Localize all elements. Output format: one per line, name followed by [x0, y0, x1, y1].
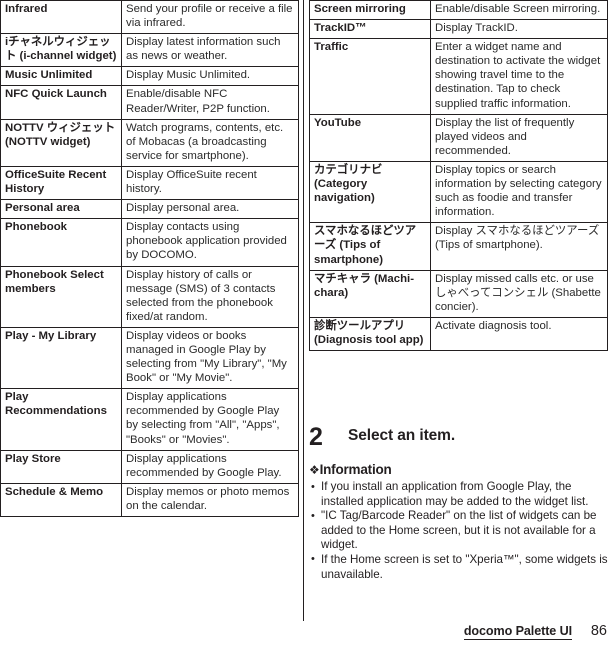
widget-description-cell: Display contacts using phonebook applica… — [121, 218, 299, 267]
information-heading-label: Information — [319, 462, 392, 477]
widget-name-cell: Screen mirroring — [309, 0, 431, 21]
widget-name-cell: Phonebook — [0, 218, 122, 267]
table-row: Screen mirroring Enable/disable Screen m… — [309, 0, 608, 21]
list-item: If the Home screen is set to "Xperia™", … — [309, 552, 609, 582]
widget-description-cell: Display applications recommended by Goog… — [121, 449, 299, 484]
table-row: Traffic Enter a widget name and destinat… — [309, 38, 608, 115]
widget-description-cell: Enter a widget name and destination to a… — [430, 38, 608, 115]
manual-page: Infrared Send your profile or receive a … — [0, 0, 609, 645]
diamond-icon: ❖ — [309, 463, 320, 477]
widget-description-cell: Display the list of frequently played vi… — [430, 113, 608, 162]
step-heading: 2 Select an item. — [309, 424, 609, 458]
widget-name-cell: iチャネルウィジェット (i-channel widget) — [0, 33, 122, 68]
table-row: iチャネルウィジェット (i-channel widget) Display l… — [0, 33, 299, 68]
list-item: If you install an application from Googl… — [309, 479, 609, 509]
information-heading: ❖Information — [309, 461, 609, 479]
widget-description-cell: Display missed calls etc. or use しゃべってコン… — [430, 269, 608, 318]
widget-table-left: Infrared Send your profile or receive a … — [0, 0, 299, 518]
widget-name-cell: Infrared — [0, 0, 122, 35]
table-row: NFC Quick Launch Enable/disable NFC Read… — [0, 85, 299, 120]
widget-name-cell: Play - My Library — [0, 326, 122, 390]
widget-description-cell: Activate diagnosis tool. — [430, 316, 608, 352]
widget-name-cell: Traffic — [309, 38, 431, 115]
table-row: マチキャラ (Machi-chara) Display missed calls… — [309, 269, 608, 318]
information-section: ❖Information If you install an applicati… — [309, 461, 609, 582]
table-row: Play Recommendations Display application… — [0, 388, 299, 451]
table-row: Music Unlimited Display Music Unlimited. — [0, 66, 299, 87]
widget-name-cell: OfficeSuite Recent History — [0, 165, 122, 201]
list-item: "IC Tag/Barcode Reader" on the list of w… — [309, 509, 609, 553]
widget-name-cell: スマホなるほどツアーズ (Tips of smartphone) — [309, 222, 431, 271]
widget-description-cell: Display latest information such as news … — [121, 33, 299, 68]
widget-description-cell: Display topics or search information by … — [430, 160, 608, 224]
table-row: Phonebook Display contacts using phonebo… — [0, 218, 299, 267]
column-divider — [303, 0, 304, 621]
table-row: Personal area Display personal area. — [0, 199, 299, 220]
widget-name-cell: YouTube — [309, 113, 431, 162]
widget-description-cell: Display applications recommended by Goog… — [121, 388, 299, 451]
widget-name-cell: NFC Quick Launch — [0, 85, 122, 120]
widget-name-cell: Music Unlimited — [0, 66, 122, 87]
table-row: YouTube Display the list of frequently p… — [309, 113, 608, 162]
widget-name-cell: カテゴリナビ (Category navigation) — [309, 160, 431, 224]
widget-description-cell: Display memos or photo memos on the cale… — [121, 482, 299, 518]
widget-table-left-body: Infrared Send your profile or receive a … — [0, 0, 299, 518]
widget-description-cell: Enable/disable NFC Reader/Writer, P2P fu… — [121, 85, 299, 120]
table-row: TrackID™ Display TrackID. — [309, 19, 608, 40]
widget-name-cell: TrackID™ — [309, 19, 431, 40]
widget-description-cell: Watch programs, contents, etc. of Mobaca… — [121, 118, 299, 167]
widget-description-cell: Enable/disable Screen mirroring. — [430, 0, 608, 21]
information-list: If you install an application from Googl… — [309, 479, 609, 582]
widget-description-cell: Send your profile or receive a file via … — [121, 0, 299, 35]
widget-name-cell: Personal area — [0, 199, 122, 220]
table-row: Play - My Library Display videos or book… — [0, 326, 299, 390]
table-row: カテゴリナビ (Category navigation) Display top… — [309, 160, 608, 224]
widget-name-cell: Schedule & Memo — [0, 482, 122, 518]
right-column: Screen mirroring Enable/disable Screen m… — [309, 0, 608, 352]
widget-table-right-body: Screen mirroring Enable/disable Screen m… — [309, 0, 608, 352]
table-row: OfficeSuite Recent History Display Offic… — [0, 165, 299, 201]
widget-name-cell: Play Recommendations — [0, 388, 122, 451]
table-row: NOTTV ウィジェット (NOTTV widget) Watch progra… — [0, 118, 299, 167]
widget-description-cell: Display OfficeSuite recent history. — [121, 165, 299, 201]
step-instruction: Select an item. — [348, 427, 456, 444]
page-footer: docomo Palette UI 86 — [0, 620, 609, 645]
widget-description-cell: Display personal area. — [121, 199, 299, 220]
widget-description-cell: Display スマホなるほどツアーズ (Tips of smartphone)… — [430, 222, 608, 271]
widget-name-cell: マチキャラ (Machi-chara) — [309, 269, 431, 318]
widget-description-cell: Display Music Unlimited. — [121, 66, 299, 87]
table-row: Schedule & Memo Display memos or photo m… — [0, 482, 299, 518]
widget-name-cell: NOTTV ウィジェット (NOTTV widget) — [0, 118, 122, 167]
left-column: Infrared Send your profile or receive a … — [0, 0, 299, 518]
step-number: 2 — [309, 423, 323, 451]
table-row: Play Store Display applications recommen… — [0, 449, 299, 484]
table-row: スマホなるほどツアーズ (Tips of smartphone) Display… — [309, 222, 608, 271]
widget-name-cell: Play Store — [0, 449, 122, 484]
widget-table-right: Screen mirroring Enable/disable Screen m… — [309, 0, 608, 352]
footer-section-title: docomo Palette UI — [463, 624, 572, 640]
widget-name-cell: 診断ツールアプリ (Diagnosis tool app) — [309, 316, 431, 352]
widget-name-cell: Phonebook Select members — [0, 265, 122, 328]
widget-description-cell: Display history of calls or message (SMS… — [121, 265, 299, 328]
footer-page-number: 86 — [590, 623, 607, 639]
table-row: Phonebook Select members Display history… — [0, 265, 299, 328]
table-row: Infrared Send your profile or receive a … — [0, 0, 299, 35]
widget-description-cell: Display videos or books managed in Googl… — [121, 326, 299, 390]
widget-description-cell: Display TrackID. — [430, 19, 608, 40]
table-row: 診断ツールアプリ (Diagnosis tool app) Activate d… — [309, 316, 608, 352]
